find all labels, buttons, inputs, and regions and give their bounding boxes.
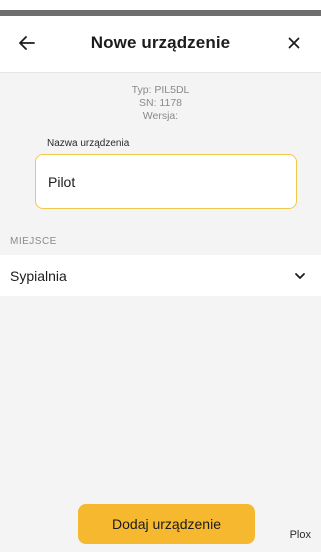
- brand-label: Plox: [289, 529, 311, 541]
- location-select-value: Sypialnia: [10, 268, 67, 284]
- device-name-input[interactable]: [48, 155, 284, 208]
- device-serial: SN: 1178: [139, 97, 182, 109]
- location-select[interactable]: Sypialnia: [0, 255, 321, 296]
- device-type: Typ: PIL5DL: [131, 84, 190, 96]
- device-info: Typ: PIL5DL SN: 1178 Wersja:: [0, 84, 321, 123]
- status-strip: [0, 0, 321, 16]
- device-version: Wersja:: [142, 110, 179, 122]
- chevron-down-icon: [295, 273, 305, 279]
- page-title: Nowe urządzenie: [90, 33, 231, 52]
- device-name-field[interactable]: [35, 154, 297, 209]
- close-icon: [288, 37, 300, 49]
- device-name-label: Nazwa urządzenia: [47, 138, 130, 149]
- location-section-label: MIEJSCE: [10, 236, 57, 247]
- add-device-button[interactable]: Dodaj urządzenie: [78, 504, 255, 544]
- close-button[interactable]: [281, 30, 307, 56]
- arrow-left-icon: [19, 36, 35, 50]
- app-header: Nowe urządzenie: [0, 16, 321, 73]
- back-button[interactable]: [14, 30, 40, 56]
